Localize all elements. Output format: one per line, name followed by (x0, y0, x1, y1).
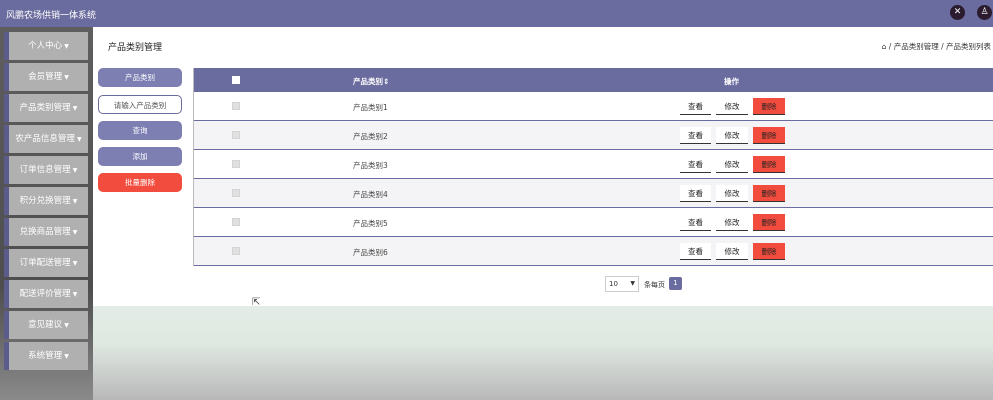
per-page-label: 条每页 (644, 281, 665, 289)
mouse-cursor-icon: ⇱ (252, 297, 261, 308)
fullscreen-exit-icon[interactable]: ✕ (950, 5, 965, 20)
edit-button[interactable]: 修改 (716, 156, 748, 173)
sidebar-item-label: 订单配送管理 (19, 258, 71, 268)
delete-button[interactable]: 删除 (753, 243, 785, 260)
page-background (93, 306, 993, 400)
caret-down-icon: ▼ (72, 198, 78, 205)
caret-down-icon: ▼ (64, 353, 69, 360)
category-name: 产品类别2 (353, 132, 388, 141)
sidebar-item-member[interactable]: 会员管理 ▼ (4, 63, 88, 91)
app-title: 风鹏农场供销一体系统 (6, 11, 97, 21)
delete-button[interactable]: 删除 (753, 185, 785, 202)
search-input[interactable]: 请输入产品类别 (98, 95, 182, 114)
chevron-down-icon: ▼ (630, 280, 635, 287)
page-number-button[interactable]: 1 (669, 277, 682, 290)
row-checkbox[interactable] (232, 160, 240, 168)
caret-down-icon: ▼ (64, 43, 69, 50)
category-field-label: 产品类别 (98, 68, 182, 87)
caret-down-icon: ▼ (72, 291, 78, 298)
delete-button[interactable]: 删除 (753, 127, 785, 144)
delete-button[interactable]: 删除 (753, 156, 785, 173)
row-checkbox[interactable] (232, 102, 240, 110)
user-icon[interactable]: ♙ (977, 5, 992, 20)
sidebar-item-label: 农产品信息管理 (15, 134, 75, 144)
table-row: 产品类别1 查看 修改 删除 (194, 92, 993, 121)
category-name: 产品类别4 (353, 190, 388, 199)
delete-button[interactable]: 删除 (753, 214, 785, 231)
page-size-value: 10 (609, 280, 618, 288)
column-header-category[interactable]: 产品类别⇕ (353, 76, 389, 87)
edit-button[interactable]: 修改 (716, 185, 748, 202)
view-button[interactable]: 查看 (680, 214, 711, 231)
edit-button[interactable]: 修改 (716, 98, 748, 115)
view-button[interactable]: 查看 (680, 156, 711, 173)
view-button[interactable]: 查看 (680, 98, 711, 115)
sidebar-item-product-category[interactable]: 产品类别管理 ▼ (4, 94, 88, 122)
caret-down-icon: ▼ (72, 260, 78, 267)
table-row: 产品类别6 查看 修改 删除 (194, 237, 993, 266)
edit-button[interactable]: 修改 (716, 243, 748, 260)
caret-down-icon: ▼ (64, 322, 69, 329)
sidebar-item-label: 会员管理 (28, 72, 63, 82)
sidebar-item-label: 产品类别管理 (19, 103, 71, 113)
row-checkbox[interactable] (232, 247, 240, 255)
table-row: 产品类别5 查看 修改 删除 (194, 208, 993, 237)
edit-button[interactable]: 修改 (716, 214, 748, 231)
category-name: 产品类别3 (353, 161, 388, 170)
sidebar-item-label: 个人中心 (28, 41, 63, 51)
page-size-select[interactable]: 10 ▼ (605, 276, 639, 292)
select-all-checkbox[interactable] (232, 76, 240, 84)
caret-down-icon: ▼ (76, 136, 82, 143)
sidebar-item-label: 订单信息管理 (19, 165, 71, 175)
sidebar-item-label: 意见建议 (28, 320, 63, 330)
sidebar-item-label: 积分兑换管理 (19, 196, 71, 206)
row-checkbox[interactable] (232, 189, 240, 197)
top-bar: 风鹏农场供销一体系统 ✕ ♙ (0, 0, 993, 27)
view-button[interactable]: 查看 (680, 243, 711, 260)
table-row: 产品类别3 查看 修改 删除 (194, 150, 993, 179)
query-button[interactable]: 查询 (98, 121, 182, 140)
sidebar-item-system[interactable]: 系统管理 ▼ (4, 342, 88, 370)
breadcrumb[interactable]: ⌂ / 产品类别管理 / 产品类别列表 (882, 41, 991, 52)
category-name: 产品类别5 (353, 219, 388, 228)
category-table: 产品类别⇕ 操作 产品类别1 查看 修改 删除 产品类别2 查看 修改 删除 产… (193, 68, 993, 266)
edit-button[interactable]: 修改 (716, 127, 748, 144)
column-header-ops: 操作 (724, 77, 739, 86)
row-checkbox[interactable] (232, 131, 240, 139)
sidebar-item-feedback[interactable]: 意见建议 ▼ (4, 311, 88, 339)
sidebar-item-label: 兑换商品管理 (19, 227, 71, 237)
caret-down-icon: ▼ (72, 105, 78, 112)
table-header: 产品类别⇕ 操作 (194, 68, 993, 92)
sidebar-item-exchange-goods[interactable]: 兑换商品管理 ▼ (4, 218, 88, 246)
sidebar-item-label: 系统管理 (28, 351, 63, 361)
sidebar-item-farm-product[interactable]: 农产品信息管理 ▼ (4, 125, 88, 153)
delete-button[interactable]: 删除 (753, 98, 785, 115)
caret-down-icon: ▼ (72, 229, 78, 236)
row-checkbox[interactable] (232, 218, 240, 226)
sidebar-item-order-delivery[interactable]: 订单配送管理 ▼ (4, 249, 88, 277)
batch-delete-button[interactable]: 批量删除 (98, 173, 182, 192)
add-button[interactable]: 添加 (98, 147, 182, 166)
caret-down-icon: ▼ (64, 74, 69, 81)
category-name: 产品类别6 (353, 248, 388, 257)
sidebar-item-label: 配送评价管理 (19, 289, 71, 299)
sidebar-item-points-exchange[interactable]: 积分兑换管理 ▼ (4, 187, 88, 215)
page-header: 产品类别管理 ⌂ / 产品类别管理 / 产品类别列表 (93, 31, 993, 59)
category-name: 产品类别1 (353, 103, 388, 112)
page-title: 产品类别管理 (108, 43, 163, 53)
sidebar: 个人中心 ▼ 会员管理 ▼ 产品类别管理 ▼ 农产品信息管理 ▼ 订单信息管理 ▼ 积分兑… (0, 27, 93, 400)
sidebar-item-order[interactable]: 订单信息管理 ▼ (4, 156, 88, 184)
sidebar-item-personal-center[interactable]: 个人中心 ▼ (4, 32, 88, 60)
table-row: 产品类别4 查看 修改 删除 (194, 179, 993, 208)
view-button[interactable]: 查看 (680, 127, 711, 144)
caret-down-icon: ▼ (72, 167, 78, 174)
table-row: 产品类别2 查看 修改 删除 (194, 121, 993, 150)
sidebar-item-delivery-review[interactable]: 配送评价管理 ▼ (4, 280, 88, 308)
view-button[interactable]: 查看 (680, 185, 711, 202)
